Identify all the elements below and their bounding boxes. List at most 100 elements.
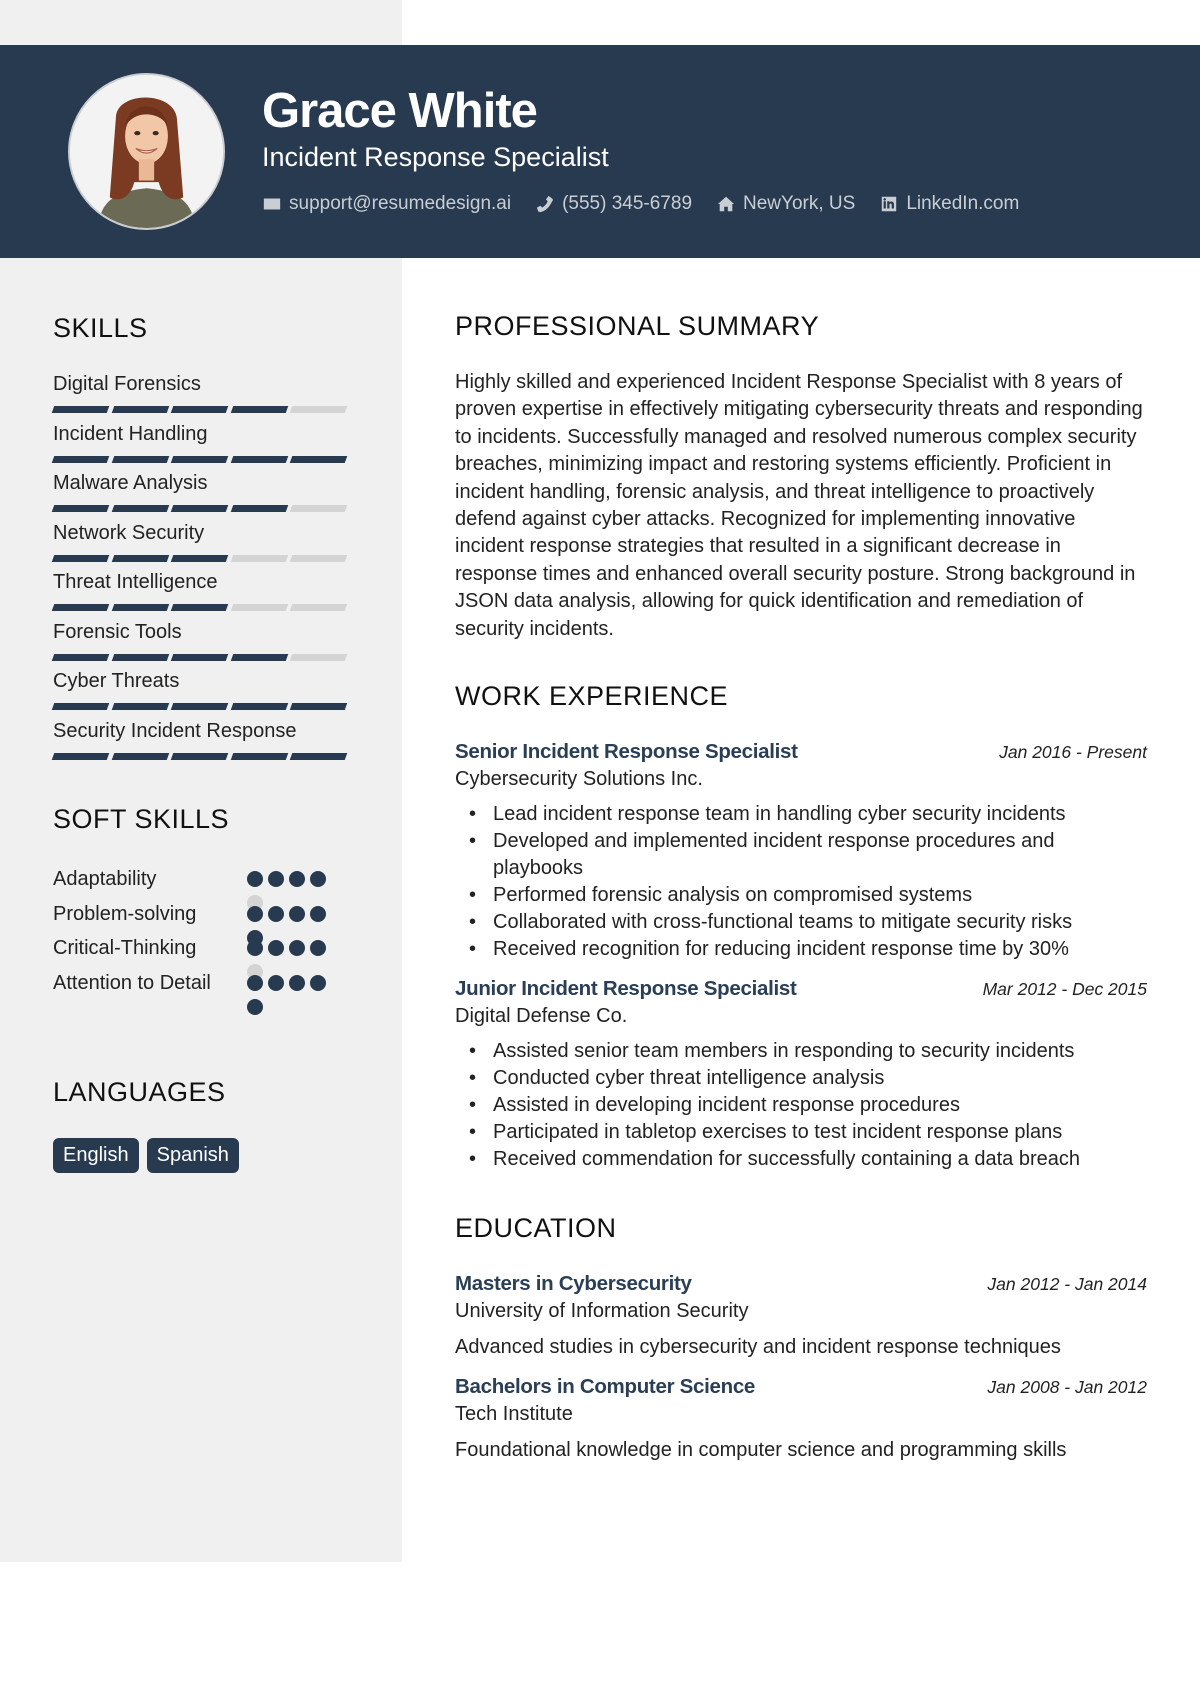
experience-list: Senior Incident Response Specialist Jan 2…	[455, 740, 1147, 1173]
languages-list: English Spanish	[53, 1137, 353, 1173]
skill-segment-filled	[170, 653, 229, 661]
skill-segment-filled	[111, 703, 169, 710]
skill-item: Security Incident Response	[51, 719, 353, 769]
summary-text: Highly skilled and experienced Incident …	[455, 371, 1143, 640]
skill-segment-filled	[230, 653, 288, 661]
responsibility-item: Received commendation for successfully c…	[455, 1146, 1147, 1173]
rating-dot-filled	[247, 974, 263, 991]
education-list: Masters in Cybersecurity Jan 2012 - Jan 2…	[455, 1272, 1147, 1462]
profile-photo	[68, 73, 225, 230]
company-name: Digital Defense Co.	[455, 1005, 628, 1028]
responsibility-item: Assisted senior team members in respondi…	[455, 1038, 1147, 1065]
skill-segment-empty	[230, 604, 288, 611]
sidebar: SKILLS Digital Forensics Incident Handlin…	[51, 258, 353, 1173]
rating-dot-filled	[268, 940, 284, 956]
education-heading: EDUCATION	[455, 1213, 617, 1244]
summary-heading: PROFESSIONAL SUMMARY	[455, 311, 820, 341]
skill-segment-filled	[111, 653, 169, 661]
rating-dot-filled	[289, 905, 305, 922]
soft-skill-item: Attention to Detail	[53, 972, 353, 1037]
skill-name: Network Security	[53, 521, 205, 544]
home-icon	[716, 195, 736, 213]
responsibility-item: Received recognition for reducing incide…	[455, 936, 1147, 963]
experience-header: Senior Incident Response Specialist Jan 2…	[455, 740, 1147, 764]
responsibility-item: Participated in tabletop exercises to te…	[455, 1119, 1147, 1146]
skill-segment-filled	[230, 505, 288, 512]
responsibility-item: Conducted cyber threat intelligence anal…	[455, 1065, 1147, 1092]
soft-skill-name: Adaptability	[53, 868, 157, 890]
skill-name: Incident Handling	[53, 422, 208, 445]
experience-header: Junior Incident Response Specialist Mar 2…	[455, 977, 1147, 1001]
skill-segment-empty	[289, 604, 348, 611]
education-header: Bachelors in Computer Science Jan 2008 - …	[455, 1375, 1147, 1399]
rating-dot-filled	[310, 905, 326, 922]
linkedin-icon	[879, 195, 899, 213]
skill-name: Malware Analysis	[53, 472, 208, 494]
skill-item: Incident Handling	[51, 422, 353, 472]
skill-segment-filled	[230, 406, 288, 413]
contact-email[interactable]: support@resumedesign.ai	[262, 193, 511, 215]
resume-header: Grace White Incident Response Specialist…	[0, 45, 1200, 258]
candidate-title: Incident Response Specialist	[262, 142, 609, 172]
skill-level-bar	[51, 752, 353, 760]
rating-dot-filled	[310, 940, 326, 956]
skill-segment-filled	[289, 752, 348, 760]
skill-segment-filled	[289, 703, 348, 710]
rating-dot-filled	[247, 998, 263, 1015]
rating-dot-filled	[247, 871, 263, 887]
responsibility-item: Performed forensic analysis on compromis…	[455, 882, 1147, 909]
skill-level-bar	[51, 406, 353, 413]
soft-skill-rating	[247, 974, 342, 1023]
skill-segment-filled	[170, 604, 229, 611]
skill-segment-filled	[111, 554, 169, 562]
skill-segment-filled	[170, 455, 229, 463]
skill-segment-filled	[51, 703, 110, 710]
skill-item: Threat Intelligence	[51, 570, 353, 620]
skill-segment-filled	[51, 604, 110, 611]
rating-dot-filled	[310, 871, 326, 887]
main-content: PROFESSIONAL SUMMARY Highly skilled and …	[455, 258, 1147, 1462]
skill-segment-empty	[230, 554, 288, 562]
skill-level-bar	[51, 455, 353, 463]
skill-segment-filled	[111, 505, 169, 512]
skill-segment-filled	[51, 752, 110, 760]
skill-name: Digital Forensics	[53, 373, 201, 395]
responsibility-list: Lead incident response team in handling …	[455, 801, 1147, 963]
skill-segment-empty	[289, 653, 348, 661]
job-dates: Mar 2012 - Dec 2015	[982, 979, 1147, 1000]
skill-segment-empty	[289, 505, 348, 512]
responsibility-item: Lead incident response team in handling …	[455, 801, 1147, 828]
skill-segment-filled	[170, 406, 229, 413]
skill-item: Malware Analysis	[51, 471, 353, 521]
skill-segment-filled	[51, 554, 110, 562]
soft-skill-name: Attention to Detail	[53, 971, 211, 994]
responsibility-list: Assisted senior team members in respondi…	[455, 1038, 1147, 1173]
contact-location-text: NewYork, US	[743, 193, 856, 214]
education-description: Foundational knowledge in computer scien…	[455, 1439, 1067, 1462]
skill-segment-filled	[51, 653, 110, 661]
contact-location[interactable]: NewYork, US	[716, 193, 855, 215]
skill-level-bar	[51, 505, 353, 512]
responsibility-item: Developed and implemented incident respo…	[455, 828, 1147, 882]
rating-dot-filled	[289, 940, 305, 956]
job-role: Junior Incident Response Specialist	[455, 977, 797, 1001]
experience-item: Junior Incident Response Specialist Mar 2…	[455, 977, 1147, 1173]
soft-skills-list: Adaptability Problem-solving Critical-Thin…	[53, 868, 353, 1037]
rating-dot-filled	[289, 871, 305, 887]
skill-segment-filled	[170, 554, 229, 562]
skill-segment-filled	[51, 406, 110, 413]
education-item: Masters in Cybersecurity Jan 2012 - Jan 2…	[455, 1272, 1147, 1359]
skill-segment-filled	[51, 455, 110, 463]
contact-linkedin[interactable]: LinkedIn.com	[879, 193, 1019, 215]
candidate-name: Grace White	[262, 84, 538, 138]
contact-phone[interactable]: (555) 345-6789	[535, 193, 692, 215]
rating-dot-filled	[268, 974, 284, 991]
skill-name: Forensic Tools	[53, 620, 182, 643]
portrait-image	[70, 75, 223, 228]
language-badge: Spanish	[146, 1137, 239, 1173]
skill-item: Cyber Threats	[51, 669, 353, 719]
skill-segment-filled	[111, 455, 169, 463]
skill-segment-filled	[51, 505, 110, 512]
job-dates: Jan 2016 - Present	[999, 742, 1147, 763]
responsibility-item: Collaborated with cross-functional teams…	[455, 909, 1147, 936]
